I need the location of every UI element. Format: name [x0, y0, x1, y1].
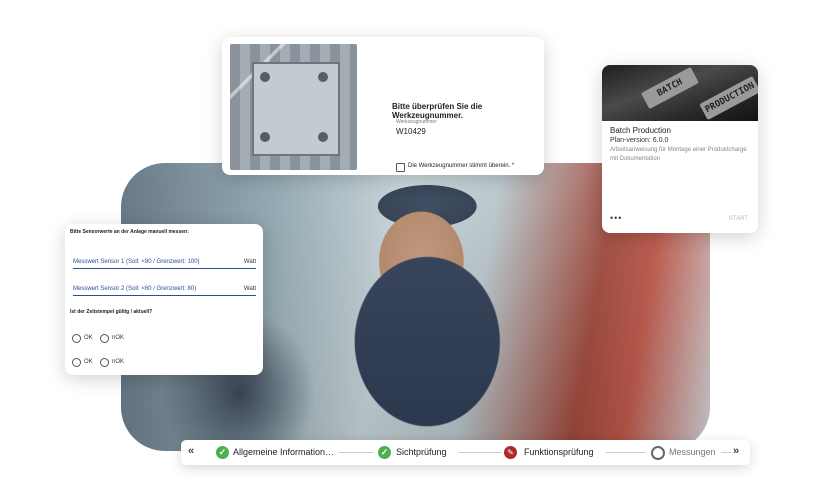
step-sichtpruefung[interactable]: Sichtprüfung: [396, 447, 447, 457]
circle-icon: [651, 446, 665, 460]
step-allgemeine-information[interactable]: Allgemeine Information…: [233, 447, 334, 457]
step-connector: [458, 452, 501, 453]
check-icon: ✓: [378, 446, 391, 459]
radio-ok-1-label: OK: [84, 335, 93, 341]
next-step-button[interactable]: »: [733, 445, 739, 457]
tool-heading: Bitte überprüfen Sie die Werkzeugnummer.: [392, 102, 483, 120]
radio-nok-1[interactable]: [100, 334, 109, 343]
tool-photo: [230, 44, 357, 170]
tool-confirm-checkbox[interactable]: [396, 163, 405, 172]
radio-nok-2-label: nOK: [112, 359, 125, 365]
step-connector: [606, 452, 646, 453]
check-icon: ✓: [216, 446, 229, 459]
more-options-button[interactable]: •••: [610, 213, 622, 223]
radio-ok-2-label: OK: [84, 359, 93, 365]
batch-banner-image: BATCH PRODUCTION: [602, 65, 758, 121]
wrench-icon: ✎: [504, 446, 517, 459]
sensor-1-unit: Watt: [243, 259, 256, 265]
step-messungen[interactable]: Messungen: [669, 447, 716, 457]
sensor-measurement-card: Bitte Sensorwerte an der Anlage manuell …: [65, 224, 263, 375]
tool-number-card: Bitte überprüfen Sie die Werkzeugnummer.…: [222, 37, 544, 175]
banner-key-production: PRODUCTION: [699, 75, 758, 121]
radio-ok-1[interactable]: [72, 334, 81, 343]
step-connector: [339, 452, 373, 453]
step-connector: [721, 452, 731, 453]
tool-confirm-label: Die Werkzeugnummer stimmt überein. *: [408, 163, 515, 169]
radio-ok-2[interactable]: [72, 358, 81, 367]
radio-nok-2[interactable]: [100, 358, 109, 367]
sensor-2-label: Messwert Sensor 2 (Soll: <60 / Grenzwert…: [73, 286, 197, 292]
step-progress-bar: « ✓ Allgemeine Information… ✓ Sichtprüfu…: [181, 440, 750, 465]
batch-title: Batch Production: [610, 126, 671, 135]
sensor-heading: Bitte Sensorwerte an der Anlage manuell …: [70, 229, 189, 235]
timestamp-question: Ist der Zeitstempel gültig / aktuell?: [70, 309, 153, 315]
sensor-2-input[interactable]: Messwert Sensor 2 (Soll: <60 / Grenzwert…: [73, 286, 256, 296]
radio-nok-1-label: nOK: [112, 335, 125, 341]
sensor-2-unit: Watt: [243, 286, 256, 292]
tool-number-field[interactable]: W10429: [396, 127, 426, 136]
batch-description: Arbeitsanweisung für Montage einer Produ…: [610, 147, 747, 162]
step-funktionspruefung[interactable]: Funktionsprüfung: [524, 447, 594, 457]
tool-number-field-label: Werkzeugnummer: [396, 119, 437, 125]
batch-production-card[interactable]: BATCH PRODUCTION Batch Production Plan-v…: [602, 65, 758, 233]
sensor-1-label: Messwert Sensor 1 (Soll: <80 / Grenzwert…: [73, 259, 200, 265]
banner-key-batch: BATCH: [641, 66, 699, 110]
start-button[interactable]: START: [729, 216, 748, 222]
batch-version: Plan-version: 6.0.0: [610, 137, 669, 144]
previous-step-button[interactable]: «: [188, 445, 194, 457]
sensor-1-input[interactable]: Messwert Sensor 1 (Soll: <80 / Grenzwert…: [73, 259, 256, 269]
